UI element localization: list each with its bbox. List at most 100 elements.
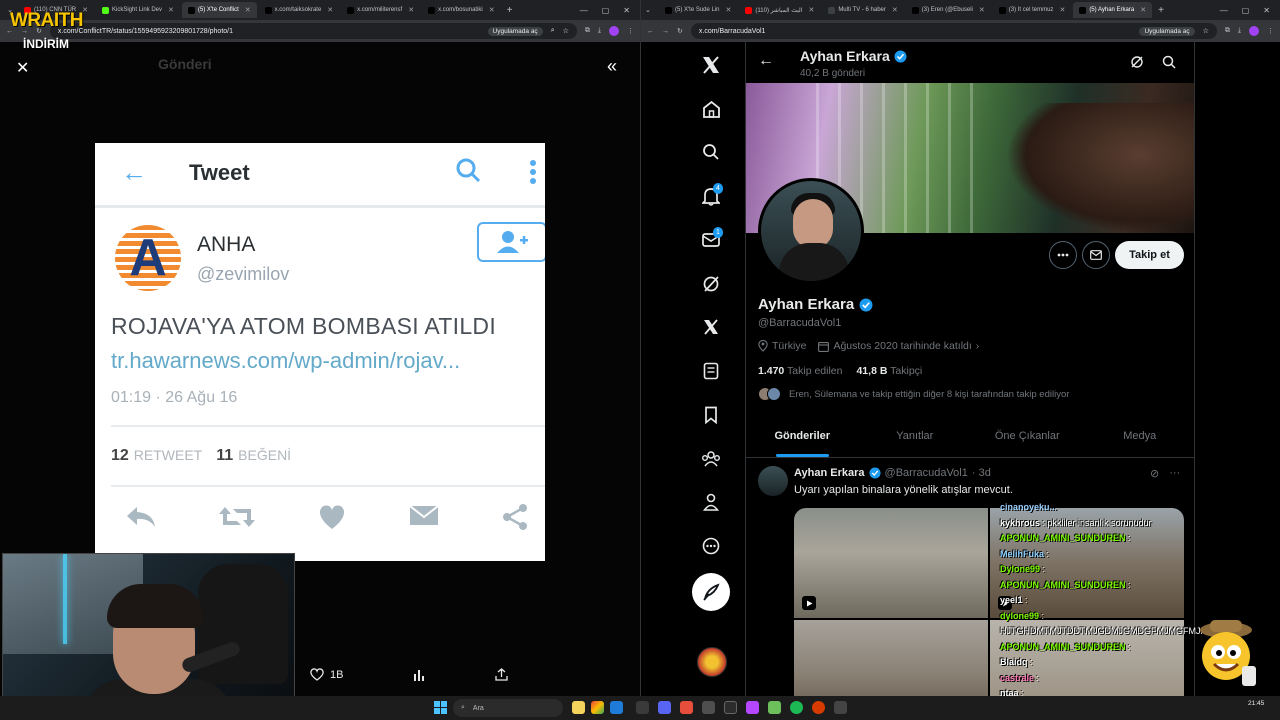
tab-close-icon[interactable]: ✕ — [408, 6, 414, 14]
right-browser-tab[interactable]: (5) X'te Sude Lin ✕ — [659, 2, 737, 18]
media-image-1[interactable] — [794, 508, 988, 618]
open-in-app-chip[interactable]: Uygulamada aç — [487, 26, 543, 36]
tab-close-icon[interactable]: ✕ — [82, 6, 88, 14]
tab-close-icon[interactable]: ✕ — [489, 6, 495, 14]
profile-icon-right[interactable] — [1249, 26, 1259, 36]
left-browser-tab[interactable]: KickSight Link Dev ✕ — [96, 2, 180, 18]
left-browser-tab[interactable]: x.com/bosunatiki ✕ — [422, 2, 501, 18]
tab-close-icon[interactable]: ✕ — [1059, 6, 1065, 14]
profile-nav-icon[interactable] — [689, 487, 733, 517]
right-browser-tab[interactable]: Multi TV - 6 haber ✕ — [822, 2, 903, 18]
forward-icon-right[interactable]: → — [662, 28, 669, 35]
more-actions-button[interactable] — [1049, 241, 1077, 269]
profile-avatar[interactable] — [758, 178, 864, 284]
share-upload-icon[interactable] — [495, 668, 509, 681]
maximize-button[interactable]: ▢ — [602, 6, 610, 15]
media-image-3[interactable] — [794, 620, 988, 696]
extensions-icon[interactable]: ⧉ — [585, 27, 590, 35]
new-tab-button-right[interactable]: + — [1158, 5, 1164, 16]
account-avatar[interactable] — [697, 647, 727, 677]
bookmark-star-icon-right[interactable]: ☆ — [1203, 27, 1209, 35]
profile-tab[interactable]: Gönderiler — [746, 414, 859, 457]
app-icon-gray[interactable] — [702, 701, 715, 714]
tab-close-icon[interactable]: ✕ — [892, 6, 898, 14]
home-icon[interactable] — [689, 94, 733, 124]
open-in-app-chip-right[interactable]: Uygulamada aç — [1139, 26, 1195, 36]
spotify-icon[interactable] — [790, 701, 803, 714]
communities-icon[interactable] — [689, 444, 733, 474]
collapse-sidebar-icon[interactable]: « — [607, 56, 617, 77]
menu-icon[interactable]: ⋮ — [627, 27, 634, 35]
terminal-icon[interactable] — [724, 701, 737, 714]
views-chart-icon[interactable] — [413, 669, 425, 681]
app-icon-green[interactable] — [768, 701, 781, 714]
right-browser-tab[interactable]: (3) It cel temmuz ✕ — [993, 2, 1072, 18]
tab-search-icon-right[interactable]: ⌄ — [645, 6, 657, 14]
profile-tab[interactable]: Yanıtlar — [859, 414, 972, 457]
chevron-right-icon[interactable]: › — [976, 340, 980, 352]
tab-close-icon[interactable]: ✕ — [168, 6, 174, 14]
tab-close-icon[interactable]: ✕ — [245, 6, 251, 14]
obs-icon[interactable] — [812, 701, 825, 714]
zoom-icon[interactable]: ⌕ — [551, 27, 555, 35]
reload-icon-right[interactable]: ↻ — [677, 27, 683, 35]
close-window-button[interactable]: ✕ — [623, 6, 630, 15]
maximize-button-right[interactable]: ▢ — [1242, 6, 1250, 15]
snipping-tool-icon[interactable] — [636, 701, 649, 714]
x-logo-icon[interactable] — [689, 50, 733, 80]
message-button[interactable] — [1082, 241, 1110, 269]
post-age[interactable]: · 3d — [972, 467, 991, 479]
minimize-button[interactable]: — — [580, 6, 588, 15]
new-tab-button[interactable]: + — [507, 5, 513, 16]
search-icon[interactable] — [689, 137, 733, 167]
discord-icon[interactable] — [658, 701, 671, 714]
following-link[interactable]: 1.470 Takip edilen — [758, 365, 842, 377]
app-icon-dark[interactable] — [834, 701, 847, 714]
left-browser-tab[interactable]: x.com/militerensf ✕ — [341, 2, 420, 18]
taskbar-clock[interactable]: 21:45 — [1248, 699, 1264, 708]
post-avatar[interactable] — [758, 466, 788, 496]
play-icon[interactable] — [802, 596, 816, 610]
file-explorer-icon[interactable] — [572, 701, 585, 714]
right-browser-tab[interactable]: (110) البث المباشر ✕ — [739, 2, 820, 18]
close-icon[interactable]: ✕ — [16, 58, 29, 78]
compose-post-button[interactable] — [692, 573, 730, 611]
windows-start-icon[interactable] — [434, 701, 447, 714]
notifications-icon[interactable]: 4 — [689, 181, 733, 211]
download-icon-right[interactable]: ⤓ — [1238, 27, 1241, 35]
tab-close-icon[interactable]: ✕ — [726, 6, 732, 14]
app-icon-red[interactable] — [680, 701, 693, 714]
post-author-name[interactable]: Ayhan Erkara — [794, 467, 865, 479]
lists-icon[interactable] — [689, 356, 733, 386]
post-author-handle[interactable]: @BarracudaVol1 — [885, 467, 968, 479]
followers-link[interactable]: 41,8 B Takipçi — [856, 365, 922, 377]
grok-profile-icon[interactable] — [1130, 55, 1144, 69]
chrome-icon[interactable] — [591, 701, 604, 714]
followed-by-row[interactable]: Eren, Sülemana ve takip ettiğin diğer 8 … — [758, 387, 1069, 401]
download-icon[interactable]: ⤓ — [598, 27, 601, 35]
tab-close-icon[interactable]: ✕ — [327, 6, 333, 14]
profile-tab[interactable]: Medya — [1084, 414, 1195, 457]
back-arrow-icon[interactable]: ← — [758, 52, 774, 70]
bookmarks-icon[interactable] — [689, 400, 733, 430]
profile-icon[interactable] — [609, 26, 619, 36]
right-browser-tab[interactable]: (5) Ayhan Erkara ✕ — [1073, 2, 1153, 18]
premium-x-icon[interactable] — [689, 312, 733, 342]
menu-icon-right[interactable]: ⋮ — [1267, 27, 1274, 35]
grok-post-icon[interactable]: ⊘ — [1150, 467, 1159, 480]
tab-close-icon[interactable]: ✕ — [979, 6, 985, 14]
tab-close-icon[interactable]: ✕ — [1140, 6, 1146, 14]
close-window-button-right[interactable]: ✕ — [1263, 6, 1270, 15]
tab-close-icon[interactable]: ✕ — [808, 6, 814, 14]
left-browser-tab[interactable]: x.com/taiksokrate ✕ — [259, 2, 340, 18]
post-more-icon[interactable]: ··· — [1169, 467, 1180, 480]
edge-icon[interactable] — [610, 701, 623, 714]
minimize-button-right[interactable]: — — [1220, 6, 1228, 15]
right-browser-tab[interactable]: (3) Eren (@Ebuseli ✕ — [906, 2, 991, 18]
left-browser-tab[interactable]: (5) X'te Conflict ✕ — [181, 2, 257, 18]
profile-tab[interactable]: Öne Çıkanlar — [971, 414, 1084, 457]
grok-icon[interactable] — [689, 269, 733, 299]
extensions-icon-right[interactable]: ⧉ — [1225, 27, 1230, 35]
back-icon-right[interactable]: ← — [647, 28, 654, 35]
url-field[interactable]: x.com/ConflictTR/status/1559495923209801… — [49, 23, 577, 39]
